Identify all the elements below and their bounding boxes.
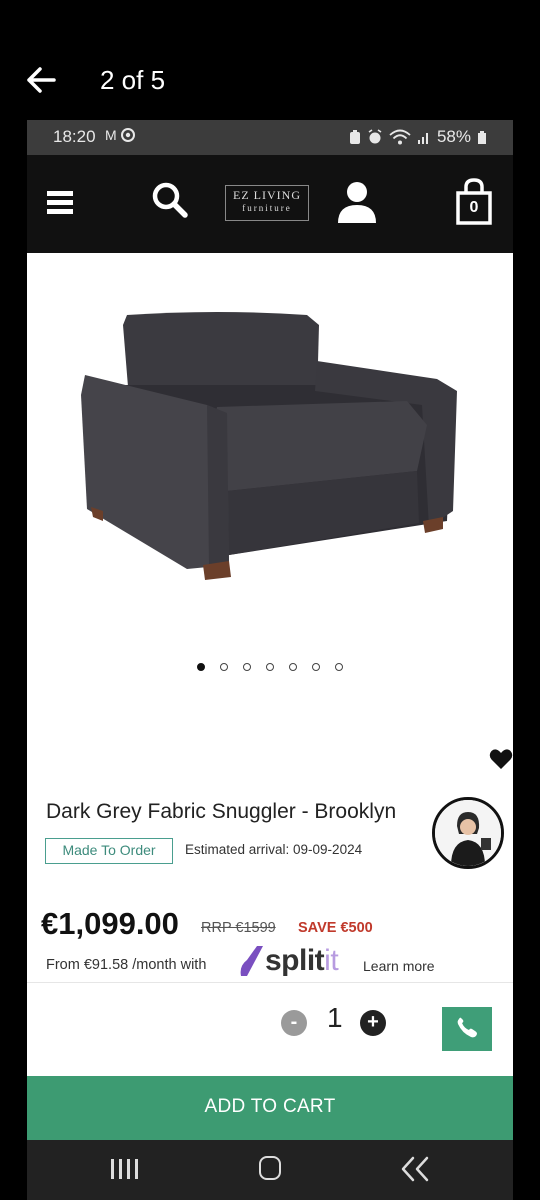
quantity-decrease-button[interactable]: - xyxy=(281,1010,307,1036)
carousel-dot[interactable] xyxy=(197,663,205,671)
status-right-icons: 58% xyxy=(349,127,487,147)
site-header: EZ LIVING furniture 0 xyxy=(27,155,513,253)
quantity-value: 1 xyxy=(327,1002,343,1033)
splitit-wordmark-suffix: it xyxy=(324,944,339,977)
product-image[interactable] xyxy=(57,295,477,595)
back-icon[interactable] xyxy=(397,1154,437,1184)
battery-level: 58% xyxy=(436,127,471,146)
splitit-wordmark-main: split xyxy=(265,944,325,977)
system-nav-bar xyxy=(27,1140,513,1200)
finance-text: From €91.58 /month with xyxy=(46,957,207,973)
heart-icon[interactable] xyxy=(489,748,513,770)
chrome-icon xyxy=(120,128,135,142)
status-bar: 18:20 M 58% xyxy=(27,120,513,155)
call-button[interactable] xyxy=(442,1007,492,1051)
recents-icon[interactable] xyxy=(109,1158,145,1180)
splitit-logo[interactable]: splitit xyxy=(239,944,339,978)
status-time: 18:20 xyxy=(53,127,96,146)
quantity-increase-button[interactable]: + xyxy=(360,1010,386,1036)
carousel-dot[interactable] xyxy=(335,663,343,671)
carousel-dot[interactable] xyxy=(266,663,274,671)
carousel-dot[interactable] xyxy=(289,663,297,671)
phone-icon xyxy=(457,1017,477,1038)
battery-icon xyxy=(478,130,486,144)
carousel-dot[interactable] xyxy=(220,663,228,671)
wifi-icon xyxy=(389,129,411,145)
learn-more-link[interactable]: Learn more xyxy=(363,958,435,974)
logo-text-sub: furniture xyxy=(242,203,292,213)
made-to-order-badge: Made To Order xyxy=(45,838,173,864)
product-price: €1,099.00 xyxy=(41,906,179,941)
advisor-avatar[interactable] xyxy=(432,797,504,869)
add-to-cart-button[interactable]: ADD TO CART xyxy=(27,1076,513,1140)
carousel-dot[interactable] xyxy=(243,663,251,671)
signal-icon xyxy=(417,133,428,144)
logo-text-main: EZ LIVING xyxy=(233,188,301,202)
search-icon[interactable] xyxy=(149,179,191,221)
cart-count: 0 xyxy=(469,199,479,216)
status-left-icons: M xyxy=(105,127,135,143)
cart-button[interactable]: 0 xyxy=(452,177,496,227)
carousel-dots xyxy=(197,663,343,671)
splitit-mark-icon xyxy=(240,946,263,976)
save-amount: SAVE €500 xyxy=(298,920,373,936)
hamburger-icon[interactable] xyxy=(47,191,73,215)
battery-saver-icon xyxy=(349,130,360,144)
splitit-wordmark: splitit xyxy=(265,944,339,978)
product-title: Dark Grey Fabric Snuggler - Brooklyn xyxy=(46,800,397,823)
phone-screen: 18:20 M 58% EZ LIVING furniture 0 Dark G… xyxy=(27,120,513,1200)
image-counter: 2 of 5 xyxy=(100,65,166,95)
ez-living-logo[interactable]: EZ LIVING furniture xyxy=(225,185,309,221)
viewer-header: 2 of 5 xyxy=(0,0,540,120)
divider xyxy=(27,982,513,983)
gmail-icon: M xyxy=(105,127,117,143)
estimated-arrival: Estimated arrival: 09-09-2024 xyxy=(185,842,363,857)
user-icon[interactable] xyxy=(335,179,379,225)
person-icon xyxy=(435,800,501,866)
home-icon[interactable] xyxy=(259,1156,281,1180)
rrp-price: RRP €1599 xyxy=(201,920,276,936)
carousel-dot[interactable] xyxy=(312,663,320,671)
alarm-icon xyxy=(368,129,382,144)
arrow-left-icon[interactable] xyxy=(26,64,56,96)
